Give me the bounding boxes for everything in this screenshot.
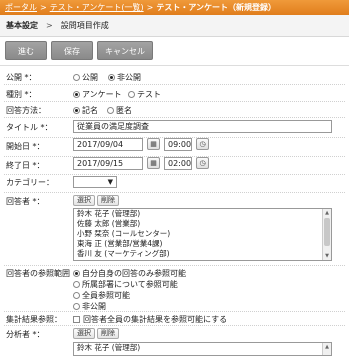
- radio-icon[interactable]: [73, 292, 80, 299]
- title-label: タイトル *：: [6, 123, 53, 132]
- save-button[interactable]: 保存: [51, 41, 93, 60]
- category-select[interactable]: ▼: [73, 176, 117, 188]
- category-label: カテゴリー：: [6, 178, 54, 187]
- list-item[interactable]: 佐藤 太郎 (営業部): [74, 219, 331, 229]
- aggregate-label: 集計結果参照：: [6, 315, 62, 324]
- radio-icon[interactable]: [107, 107, 114, 114]
- kind-option-survey[interactable]: アンケート: [73, 89, 122, 100]
- scroll-down-icon[interactable]: ▼: [323, 252, 331, 260]
- clock-icon[interactable]: ◷: [196, 157, 209, 169]
- kind-option-test[interactable]: テスト: [128, 89, 161, 100]
- radio-selected-icon[interactable]: [73, 270, 80, 277]
- breadcrumb-current: テスト・アンケート（新規登録）: [156, 3, 277, 12]
- title-input[interactable]: 従業員の満足度調査: [73, 120, 332, 133]
- scroll-thumb[interactable]: [324, 218, 330, 246]
- step-bar: 基本設定 > 設問項目作成: [0, 15, 349, 37]
- list-item[interactable]: 鈴木 花子 (管理部): [74, 343, 331, 353]
- reference-option-self[interactable]: 自分自身の回答のみ参照可能: [73, 268, 186, 279]
- radio-icon[interactable]: [73, 303, 80, 310]
- calendar-icon[interactable]: ▦: [147, 138, 160, 150]
- end-date-label: 終了日 *：: [6, 161, 45, 170]
- checkbox-icon[interactable]: [73, 316, 80, 323]
- row-divider: [4, 311, 345, 312]
- breadcrumb-list-link[interactable]: テスト・アンケート(一覧): [50, 3, 144, 12]
- publish-option-public[interactable]: 公開: [73, 72, 98, 83]
- list-item[interactable]: 小野 栞奈 (コールセンター): [74, 229, 331, 239]
- breadcrumb-separator: >: [40, 3, 47, 12]
- row-divider: [4, 325, 345, 326]
- start-date-input[interactable]: 2017/09/04: [73, 138, 143, 151]
- end-time-input[interactable]: 02:00: [164, 157, 192, 170]
- breadcrumb-portal-link[interactable]: ポータル: [5, 3, 37, 12]
- radio-icon[interactable]: [128, 91, 135, 98]
- analysts-select-button[interactable]: 選択: [73, 328, 95, 339]
- start-date-row: 開始日 *： 2017/09/04 ▦ 09:00 ◷: [0, 138, 349, 154]
- analysts-list[interactable]: 鈴木 花子 (管理部) ▲: [73, 342, 332, 356]
- clock-icon[interactable]: ◷: [196, 138, 209, 150]
- next-button[interactable]: 進む: [5, 41, 47, 60]
- respondents-list[interactable]: 鈴木 花子 (管理部) 佐藤 太郎 (営業部) 小野 栞奈 (コールセンター) …: [73, 208, 332, 261]
- scrollbar[interactable]: ▲: [322, 343, 331, 355]
- radio-selected-icon[interactable]: [108, 74, 115, 81]
- chevron-down-icon[interactable]: ▼: [108, 178, 113, 186]
- reference-range-label: 回答者の参照範囲: [6, 269, 70, 278]
- reference-option-all[interactable]: 全員参照可能: [73, 290, 130, 301]
- cancel-button[interactable]: キャンセル: [97, 41, 153, 60]
- radio-icon[interactable]: [73, 281, 80, 288]
- reference-range-row: 回答者の参照範囲 自分自身の回答のみ参照可能 所属部署について参照可能 全員参照…: [0, 268, 349, 312]
- step-basic-settings: 基本設定: [6, 21, 38, 30]
- respondents-delete-button[interactable]: 削除: [97, 195, 119, 206]
- step-separator: >: [46, 21, 53, 30]
- list-item[interactable]: 鈴木 花子 (管理部): [74, 209, 331, 219]
- publish-label: 公開 *：: [6, 73, 37, 82]
- respondents-label: 回答者 *：: [6, 197, 45, 206]
- breadcrumb: ポータル > テスト・アンケート(一覧) > テスト・アンケート（新規登録）: [0, 0, 349, 15]
- scrollbar[interactable]: ▲ ▼: [322, 209, 331, 260]
- title-row: タイトル *： 従業員の満足度調査: [0, 120, 349, 136]
- radio-selected-icon[interactable]: [73, 107, 80, 114]
- row-divider: [4, 174, 345, 175]
- end-date-input[interactable]: 2017/09/15: [73, 157, 143, 170]
- breadcrumb-separator: >: [146, 3, 154, 12]
- row-divider: [4, 192, 345, 193]
- row-divider: [4, 265, 345, 266]
- kind-label: 種別 *：: [6, 90, 37, 99]
- list-item[interactable]: 香川 友 (マーケティング部): [74, 249, 331, 259]
- answer-method-anonymous[interactable]: 匿名: [107, 105, 132, 116]
- respondents-row: 回答者 *： 選択 削除 鈴木 花子 (管理部) 佐藤 太郎 (営業部) 小野 …: [0, 195, 349, 263]
- start-date-label: 開始日 *：: [6, 142, 45, 151]
- radio-selected-icon[interactable]: [73, 91, 80, 98]
- aggregate-checkbox[interactable]: 回答者全員の集計結果を参照可能にする: [73, 314, 227, 325]
- analysts-delete-button[interactable]: 削除: [97, 328, 119, 339]
- divider: [0, 65, 349, 66]
- start-time-input[interactable]: 09:00: [164, 138, 192, 151]
- scroll-up-icon[interactable]: ▲: [323, 209, 331, 217]
- end-date-row: 終了日 *： 2017/09/15 ▦ 02:00 ◷: [0, 157, 349, 173]
- respondents-select-button[interactable]: 選択: [73, 195, 95, 206]
- category-row: カテゴリー： ▼: [0, 176, 349, 190]
- scroll-up-icon[interactable]: ▲: [323, 343, 331, 351]
- step-question-creation: 設問項目作成: [60, 21, 109, 30]
- radio-icon[interactable]: [73, 74, 80, 81]
- calendar-icon[interactable]: ▦: [147, 157, 160, 169]
- reference-option-department[interactable]: 所属部署について参照可能: [73, 279, 178, 290]
- analysts-row: 分析者 *： 選択 削除 鈴木 花子 (管理部) ▲: [0, 328, 349, 358]
- publish-option-private[interactable]: 非公開: [108, 72, 141, 83]
- answer-method-label: 回答方法：: [6, 106, 46, 115]
- row-divider: [4, 101, 345, 102]
- analysts-label: 分析者 *：: [6, 330, 45, 339]
- answer-method-named[interactable]: 記名: [73, 105, 98, 116]
- row-divider: [4, 117, 345, 118]
- list-item[interactable]: 東海 正 (営業部/営業4課): [74, 239, 331, 249]
- row-divider: [4, 84, 345, 85]
